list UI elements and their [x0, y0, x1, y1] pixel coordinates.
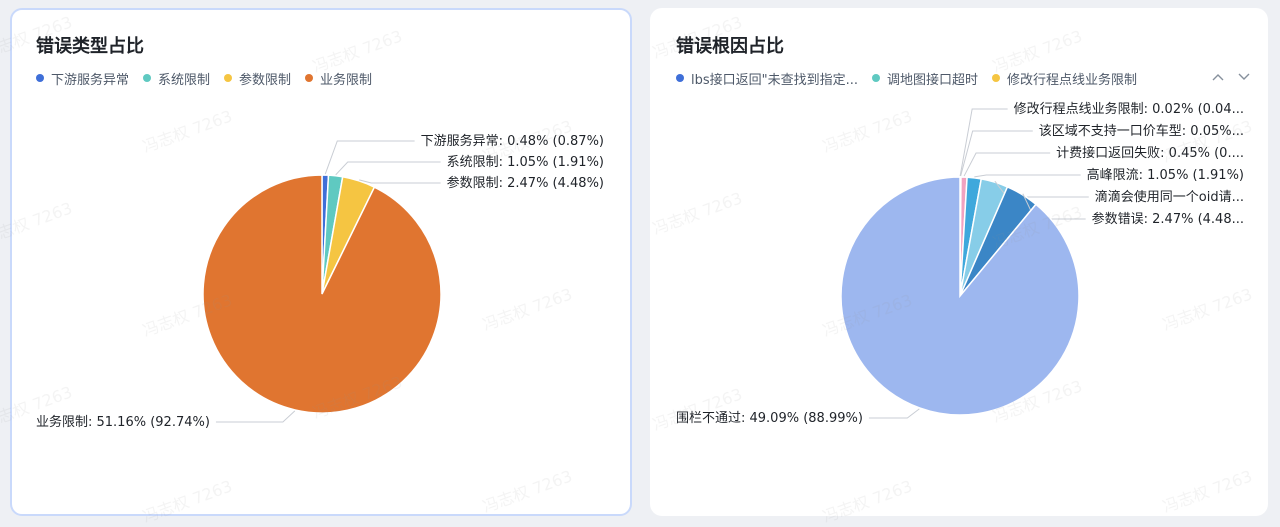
- pie-slice[interactable]: [203, 175, 441, 413]
- slice-label: 参数限制: 2.47% (4.48%): [447, 175, 604, 191]
- leader-line: [964, 153, 1050, 176]
- slice-label: 计费接口返回失败: 0.45% (0....: [1056, 145, 1244, 161]
- leader-line: [216, 411, 295, 422]
- pie-chart-root-cause: 修改行程点线业务限制: 0.02% (0.04... 该区域不支持一口价车型: 0…: [652, 10, 1266, 514]
- leader-line: [960, 109, 1007, 176]
- slice-label: 该区域不支持一口价车型: 0.05%...: [1039, 123, 1244, 139]
- leader-line: [359, 180, 440, 183]
- pie-slice[interactable]: [841, 177, 1079, 415]
- leader-line: [961, 131, 1033, 176]
- leader-line: [325, 141, 414, 174]
- chart-card-root-cause: 错误根因占比 lbs接口返回"未查找到指定...调地图接口超时修改行程点线业务限…: [650, 8, 1268, 516]
- slice-label: 业务限制: 51.16% (92.74%): [36, 414, 210, 430]
- slice-label: 围栏不通过: 49.09% (88.99%): [676, 411, 863, 426]
- chart-card-error-type: 错误类型占比 下游服务异常系统限制参数限制业务限制 下游服务异常: 0.48% …: [10, 8, 632, 516]
- slice-label: 修改行程点线业务限制: 0.02% (0.04...: [1014, 101, 1244, 117]
- slice-label: 滴滴会使用同一个oid请...: [1095, 189, 1244, 205]
- slice-label: 系统限制: 1.05% (1.91%): [447, 155, 604, 170]
- pie-chart-error-type: 下游服务异常: 0.48% (0.87%) 系统限制: 1.05% (1.91%)…: [12, 10, 630, 514]
- slice-label: 下游服务异常: 0.48% (0.87%): [421, 133, 604, 149]
- slice-label: 参数错误: 2.47% (4.48...: [1092, 211, 1244, 227]
- leader-line: [869, 409, 919, 418]
- slice-label: 高峰限流: 1.05% (1.91%): [1087, 167, 1244, 183]
- leader-line: [336, 162, 441, 175]
- leader-line: [974, 175, 1080, 177]
